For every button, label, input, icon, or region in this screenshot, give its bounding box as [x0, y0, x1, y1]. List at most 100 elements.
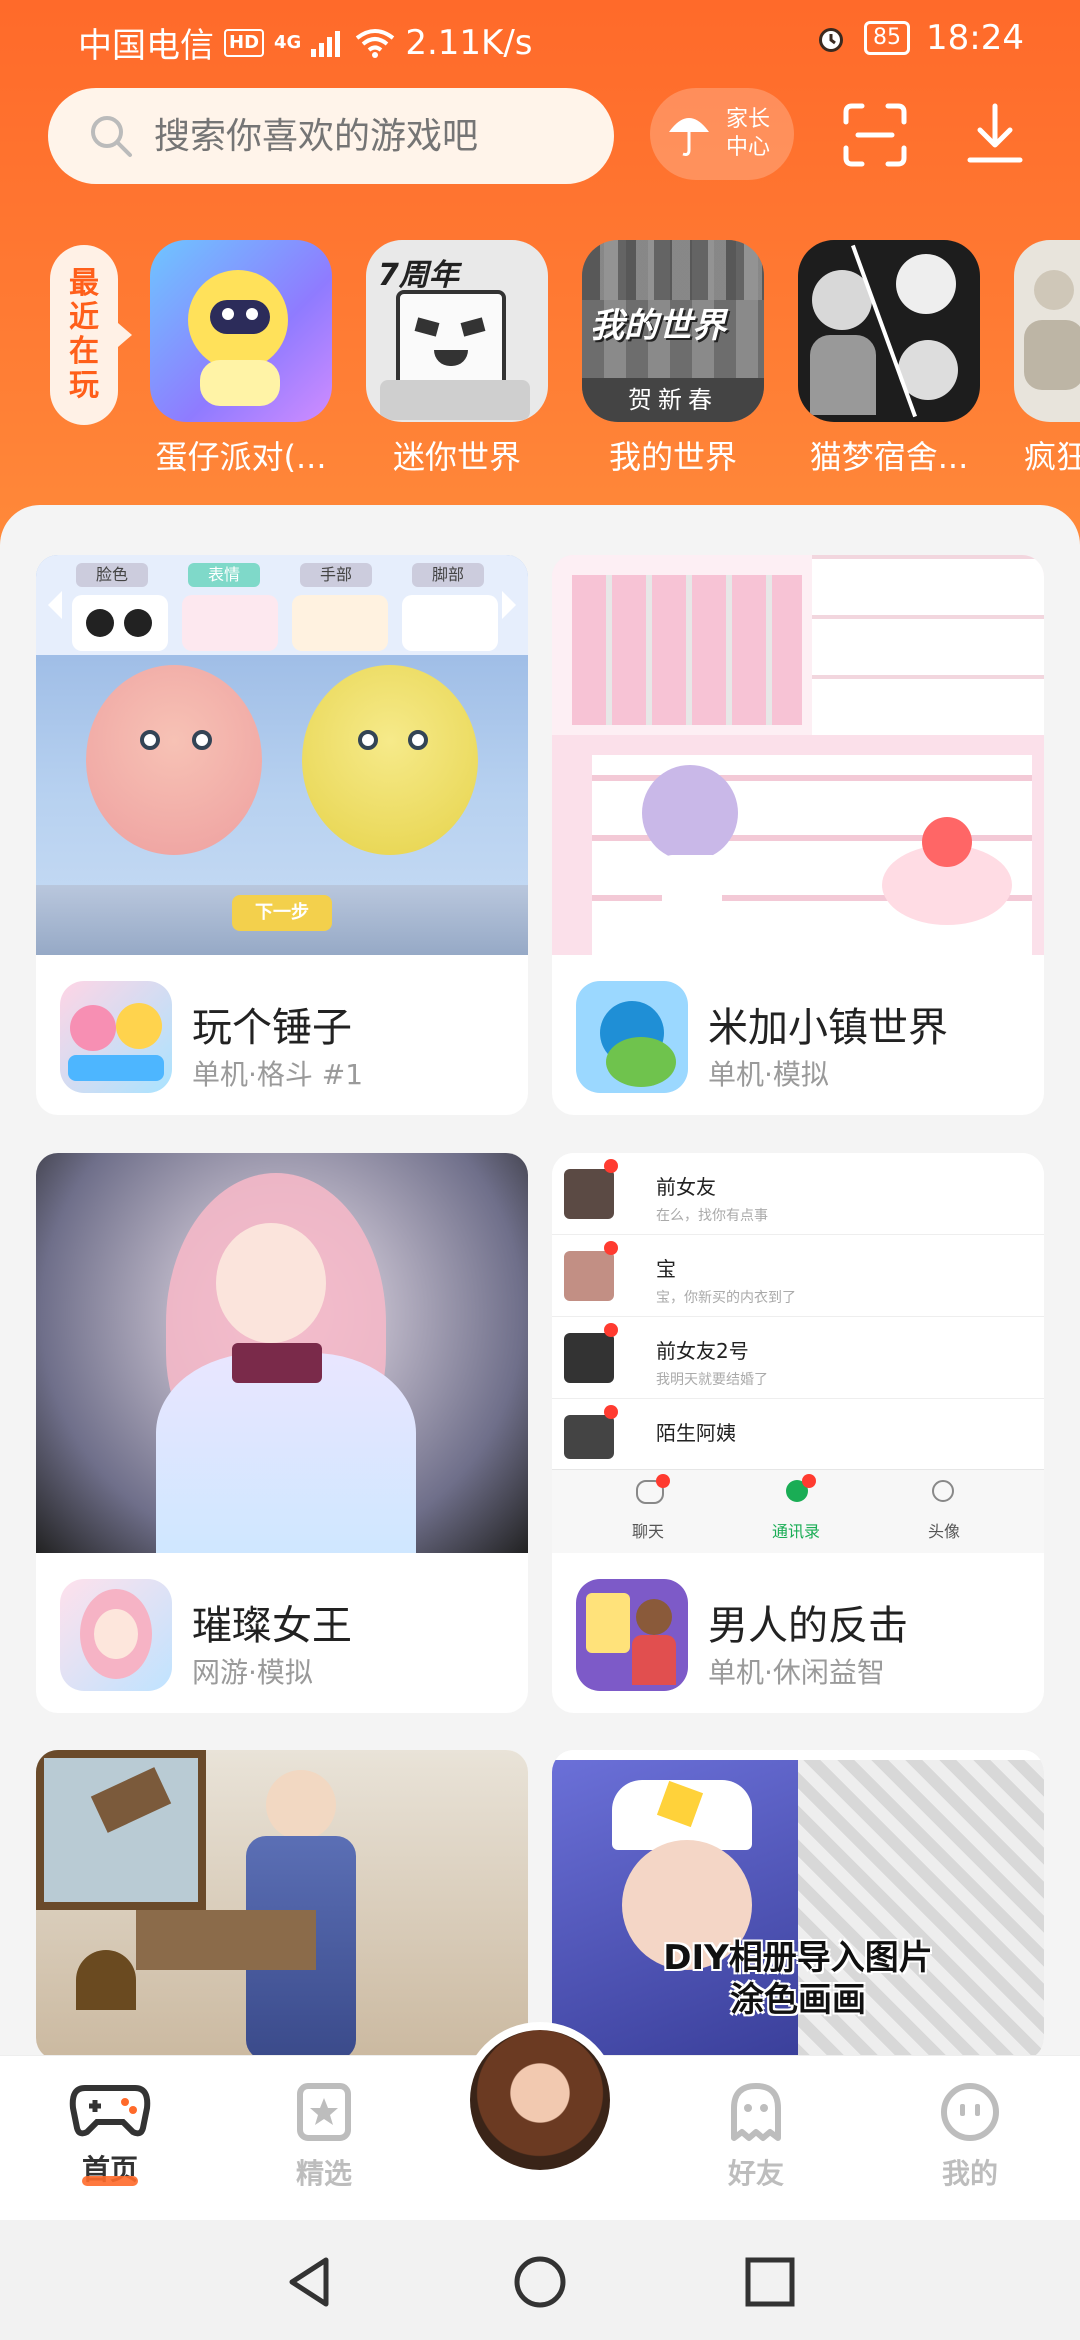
- recent-game-name: 蛋仔派对(...: [155, 438, 327, 476]
- alarm-icon: [819, 28, 844, 52]
- next-step-label: 下一步: [232, 895, 332, 931]
- center-avatar-button[interactable]: [462, 2022, 618, 2178]
- parent-center-button[interactable]: 家长中心: [650, 88, 794, 180]
- game-card[interactable]: DIY相册导入图片 涂色画画: [552, 1750, 1044, 2060]
- game-icon-cat-dream-dorm: [798, 240, 980, 422]
- chat-tabbar: 聊天 通讯录 头像: [552, 1469, 1044, 1553]
- avatar: [470, 2030, 610, 2170]
- recent-game-item[interactable]: 蛋仔派对(...: [150, 240, 332, 478]
- nav-featured[interactable]: 精选: [254, 2082, 394, 2192]
- search-input[interactable]: [154, 115, 594, 157]
- ghost-icon: [731, 2083, 781, 2141]
- recent-game-name: 疯狂: [1024, 438, 1080, 476]
- tab-label: 脸色: [76, 563, 148, 587]
- back-icon[interactable]: [280, 2252, 340, 2312]
- recent-game-item[interactable]: 疯狂: [1014, 240, 1080, 478]
- status-bar: 中国电信 HD 4G 2.11K/s 85 18:24: [0, 0, 1080, 80]
- game-tags: 单机·模拟: [708, 1058, 829, 1091]
- recent-game-name: 我的世界: [608, 438, 737, 476]
- recent-game-name: 迷你世界: [392, 438, 521, 476]
- game-tags: 单机·休闲益智: [708, 1656, 885, 1689]
- game-card[interactable]: 前女友 在么，找你有点事 宝 宝，你新买的内衣到了 前女友2号 我明天就要结婚了…: [552, 1153, 1044, 1713]
- game-title: 璀璨女王: [192, 1603, 352, 1649]
- recent-played-tag: 最 近 在 玩: [50, 245, 132, 425]
- nav-label: 好友: [727, 2157, 784, 2190]
- parent-center-label: 家长中心: [725, 107, 770, 160]
- hd-badge: HD: [224, 28, 265, 57]
- game-card[interactable]: 脸色 表情 手部 脚部 下一步 玩个锤子 单机·格斗 #1: [36, 555, 528, 1115]
- recent-tag-char: 在: [69, 334, 99, 369]
- recent-game-item[interactable]: 猫梦宿舍...: [798, 240, 980, 478]
- nav-home[interactable]: 首页: [40, 2082, 180, 2186]
- game-banner: 脸色 表情 手部 脚部 下一步: [36, 555, 528, 955]
- nav-label: 我的: [941, 2157, 998, 2190]
- app-icon: [576, 1579, 688, 1691]
- game-banner: DIY相册导入图片 涂色画画: [552, 1750, 1044, 2060]
- umbrella-icon: [669, 118, 709, 156]
- game-banner: [552, 555, 1044, 955]
- nav-mine[interactable]: 我的: [900, 2082, 1040, 2192]
- contact-row: 宝 宝，你新买的内衣到了: [552, 1235, 1044, 1317]
- game-icon-mini-world: 7周年: [366, 240, 548, 422]
- recent-tag-char: 近: [69, 300, 99, 335]
- game-banner: [36, 1750, 528, 2060]
- nav-friends[interactable]: 好友: [686, 2082, 826, 2192]
- contact-message: 我明天就要结婚了: [656, 1372, 768, 1388]
- nav-label: 精选: [295, 2157, 352, 2190]
- wifi-icon: [356, 28, 395, 58]
- game-title: 玩个锤子: [192, 1005, 352, 1051]
- app-icon: [576, 981, 688, 1093]
- game-tags: 网游·模拟: [192, 1656, 313, 1689]
- game-title: 男人的反击: [708, 1603, 908, 1649]
- contact-row: 前女友 在么，找你有点事: [552, 1153, 1044, 1235]
- game-banner: 前女友 在么，找你有点事 宝 宝，你新买的内衣到了 前女友2号 我明天就要结婚了…: [552, 1153, 1044, 1553]
- app-icon: [60, 981, 172, 1093]
- scan-icon[interactable]: [840, 100, 910, 170]
- network-speed: 2.11K/s: [405, 22, 533, 63]
- search-icon: [91, 116, 132, 157]
- game-card[interactable]: 米加小镇世界 单机·模拟: [552, 555, 1044, 1115]
- contact-row: 前女友2号 我明天就要结婚了: [552, 1317, 1044, 1399]
- game-tags: 单机·格斗 #1: [192, 1058, 364, 1091]
- game-banner: [36, 1153, 528, 1553]
- chat-tab: 聊天: [632, 1522, 665, 1541]
- banner-caption: 涂色画画: [730, 1980, 866, 2020]
- recent-game-item[interactable]: 7周年 迷你世界: [366, 240, 548, 478]
- battery-indicator: 85: [864, 21, 911, 55]
- contact-row: 陌生阿姨: [552, 1399, 1044, 1463]
- star-bookmark-icon: [297, 2083, 351, 2141]
- contact-message: 在么，找你有点事: [656, 1208, 768, 1224]
- game-icon-eggy-party: [150, 240, 332, 422]
- contact-name: 陌生阿姨: [656, 1421, 736, 1445]
- clock: 18:24: [926, 18, 1024, 58]
- chat-tab: 通讯录: [772, 1522, 821, 1541]
- tab-label: 脚部: [412, 563, 484, 587]
- download-icon[interactable]: [960, 100, 1030, 170]
- contact-name: 宝: [656, 1257, 676, 1281]
- game-info: 玩个锤子 单机·格斗 #1: [36, 955, 528, 1115]
- system-navigation-bar: [0, 2220, 1080, 2340]
- network-label: 4G: [274, 32, 302, 53]
- game-card[interactable]: 璀璨女王 网游·模拟: [36, 1153, 528, 1713]
- home-icon[interactable]: [510, 2252, 570, 2312]
- recent-tag-char: 最: [69, 266, 99, 301]
- game-icon-crazy: [1014, 240, 1080, 422]
- search-bar[interactable]: [48, 88, 614, 184]
- game-icon-minecraft: 我的世界 贺新春: [582, 240, 764, 422]
- chat-tab: 头像: [928, 1522, 961, 1541]
- contact-name: 前女友2号: [656, 1339, 749, 1363]
- tab-label: 表情: [188, 563, 260, 587]
- recent-tag-char: 玩: [69, 368, 99, 403]
- smiley-icon: [941, 2083, 999, 2141]
- signal-icon: [311, 30, 341, 57]
- recent-game-item[interactable]: 我的世界 贺新春 我的世界: [582, 240, 764, 478]
- game-card[interactable]: [36, 1750, 528, 2060]
- contact-message: 宝，你新买的内衣到了: [656, 1290, 796, 1306]
- tab-label: 手部: [300, 563, 372, 587]
- contact-name: 前女友: [656, 1175, 716, 1199]
- app-icon: [60, 1579, 172, 1691]
- carrier-label: 中国电信: [78, 26, 214, 66]
- recents-icon[interactable]: [740, 2252, 800, 2312]
- game-title: 米加小镇世界: [708, 1005, 948, 1051]
- recent-game-name: 猫梦宿舍...: [809, 438, 969, 476]
